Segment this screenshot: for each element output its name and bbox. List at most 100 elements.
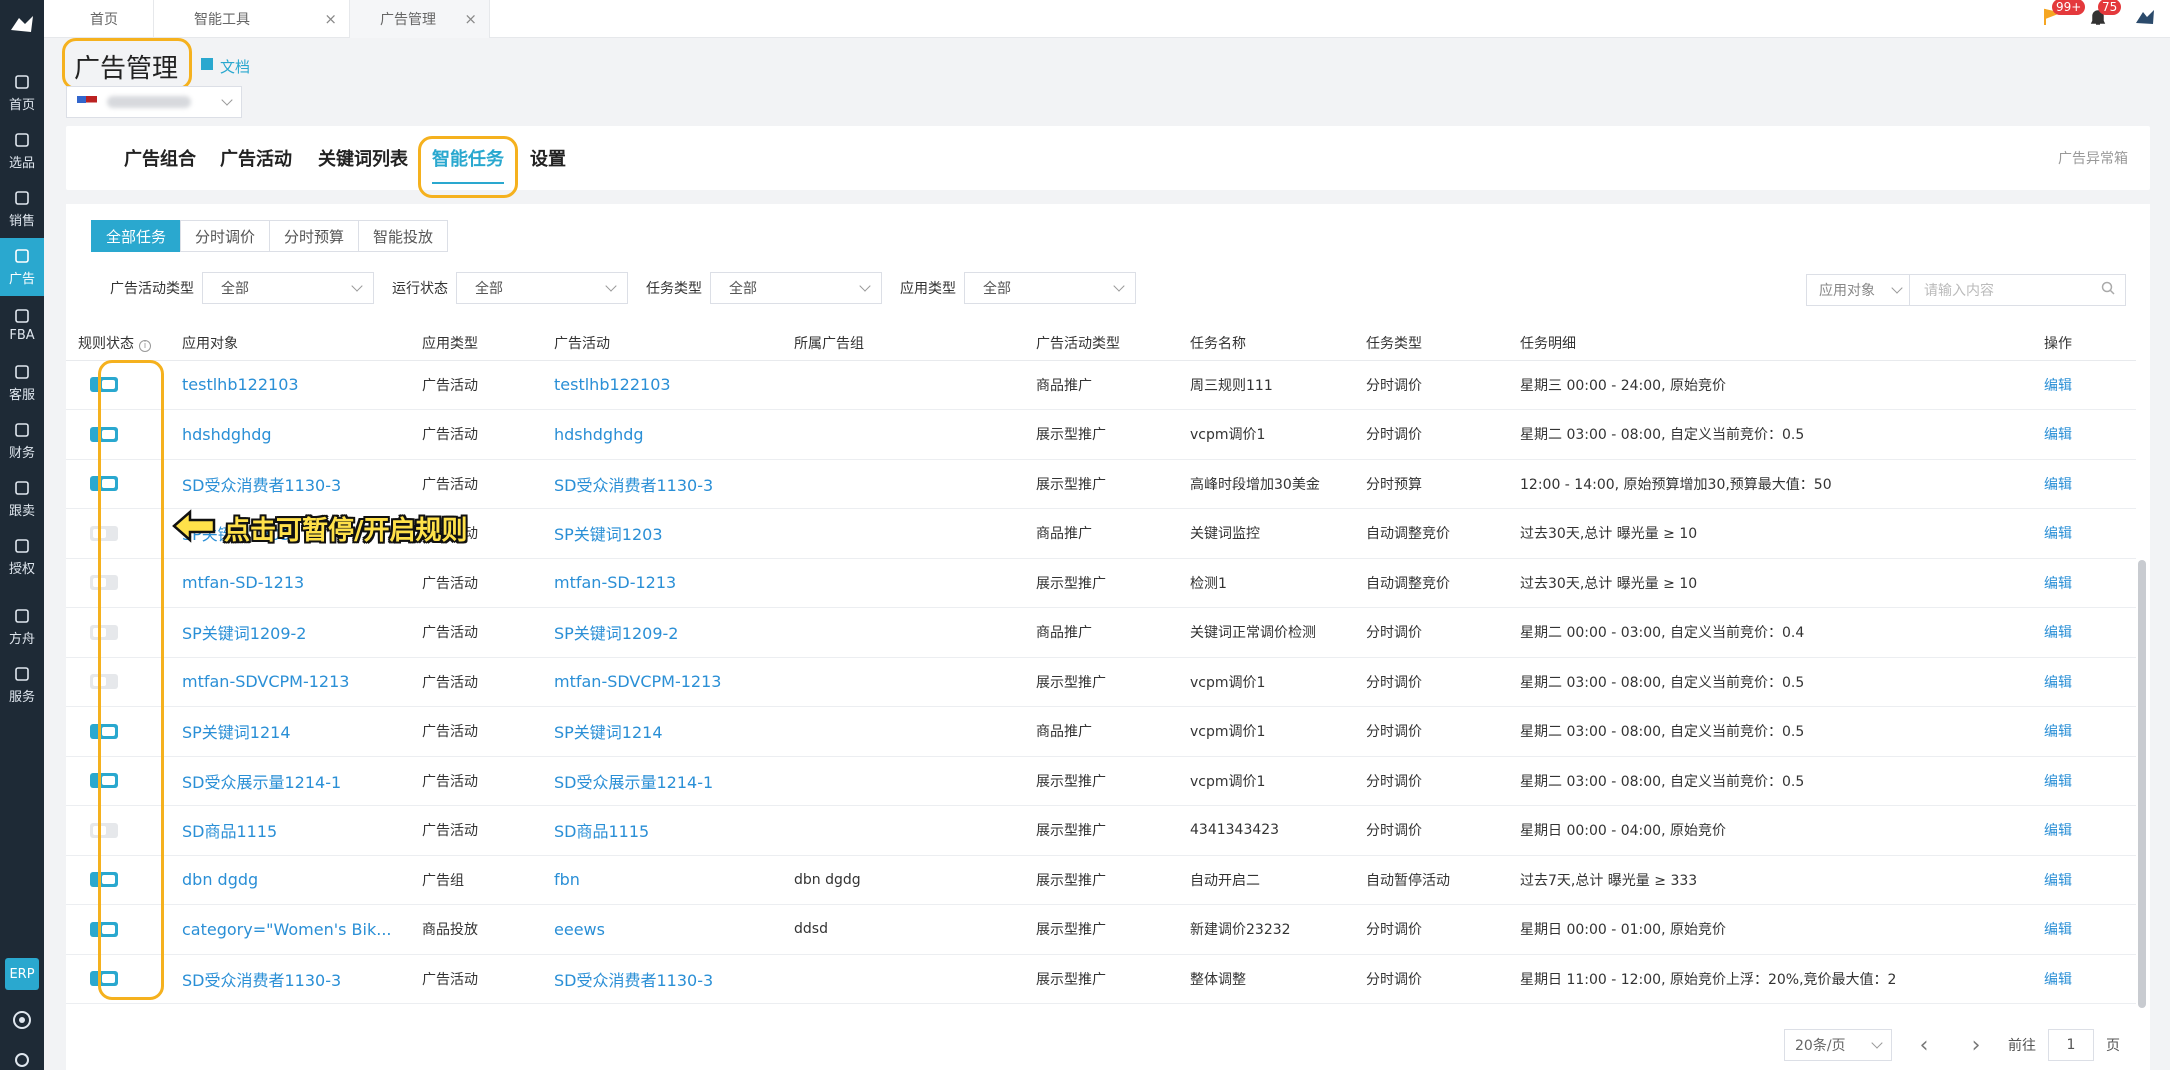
store-select[interactable] <box>66 86 242 118</box>
cell-target[interactable]: SD受众消费者1130-3 <box>170 459 410 509</box>
user-avatar[interactable] <box>2134 7 2156 31</box>
cell-target[interactable]: mtfan-SD-1213 <box>170 558 410 608</box>
nav-tab-portfolio[interactable]: 广告组合 <box>124 126 196 190</box>
cell-op[interactable]: 编辑 <box>2032 1003 2136 1020</box>
task-type-select[interactable]: 全部 <box>710 272 882 304</box>
cell-campaign[interactable]: hdshdghdg <box>542 409 782 460</box>
search-icon[interactable] <box>2101 281 2115 299</box>
cell-target[interactable]: testlhb122103 <box>170 360 410 410</box>
sidebar-item-label: FBA <box>9 328 35 343</box>
sidebar-item-label: 首页 <box>8 98 35 113</box>
run-status-select[interactable]: 全部 <box>456 272 628 304</box>
cell-target[interactable]: mtfan-SDVCPM-1213 <box>170 657 410 707</box>
sidebar-item-3[interactable]: 广告 <box>0 238 44 296</box>
info-icon[interactable]: i <box>139 339 151 352</box>
sidebar-item-8[interactable]: 授权 <box>0 528 44 586</box>
sidebar-item-1[interactable]: 选品 <box>0 122 44 180</box>
nav-tab-campaign[interactable]: 广告活动 <box>220 126 292 190</box>
close-icon[interactable]: × <box>464 10 477 28</box>
cell-target[interactable]: category="Women's Bik... <box>170 904 410 955</box>
ad-exception-box-link[interactable]: 广告异常箱 <box>2058 126 2128 190</box>
sidebar-item-2[interactable]: 销售 <box>0 180 44 238</box>
column-header-label: 广告活动 <box>554 335 610 352</box>
cell-campaign[interactable]: SD受众展示量1214-1 <box>542 756 782 806</box>
cell-campaign[interactable]: SP关键词1209-2 <box>542 607 782 658</box>
sidebar-item-0[interactable]: 首页 <box>0 64 44 122</box>
segment-smart-delivery[interactable]: 智能投放 <box>358 220 449 252</box>
cell-op[interactable]: 编辑 <box>2032 508 2136 559</box>
tab-smart-tools[interactable]: 智能工具 × <box>154 0 350 38</box>
cell-target[interactable]: SP关键词1209-2 <box>170 607 410 658</box>
segment-time-budget[interactable]: 分时预算 <box>269 220 360 252</box>
next-page-button[interactable]: › <box>1956 1029 1996 1061</box>
chevron-down-icon <box>221 94 233 106</box>
cell-op[interactable]: 编辑 <box>2032 459 2136 509</box>
cell-op[interactable]: 编辑 <box>2032 607 2136 658</box>
sidebar-item-10[interactable]: 服务 <box>0 656 44 714</box>
cell-op[interactable]: 编辑 <box>2032 558 2136 608</box>
support-icon[interactable] <box>0 1010 44 1030</box>
search-input[interactable]: 请输入内容 <box>1910 274 2126 306</box>
cell-campaign[interactable]: SD商品1115 <box>542 805 782 856</box>
cell-apptype: 商品投放 <box>410 904 542 955</box>
flag-icon[interactable]: 99+ <box>2042 0 2086 31</box>
nav-tab-settings[interactable]: 设置 <box>530 126 566 190</box>
settings-gear-icon[interactable] <box>0 1050 44 1070</box>
search-field-select[interactable]: 应用对象 <box>1806 274 1910 306</box>
cell-op[interactable]: 编辑 <box>2032 360 2136 410</box>
cell-campaign[interactable]: SP手动测试一 <box>542 1003 782 1020</box>
close-icon[interactable]: × <box>324 10 337 28</box>
bell-icon[interactable]: 75 <box>2088 0 2122 31</box>
chevron-down-icon <box>1113 280 1125 292</box>
cell-campaign[interactable]: testlhb122103 <box>542 360 782 410</box>
segment-all-tasks[interactable]: 全部任务 <box>91 220 182 252</box>
nav-tab-keywords[interactable]: 关键词列表 <box>318 126 408 190</box>
cell-op[interactable]: 编辑 <box>2032 954 2136 1004</box>
cell-name: 周三规则111 <box>1178 360 1354 410</box>
cell-op[interactable]: 编辑 <box>2032 657 2136 707</box>
cell-campaign[interactable]: SD受众消费者1130-3 <box>542 954 782 1004</box>
cell-target[interactable]: dbn dgdg <box>170 855 410 905</box>
tab-ad-management[interactable]: 广告管理 × <box>350 0 490 38</box>
cell-campaign[interactable]: fbn <box>542 855 782 905</box>
cell-target[interactable]: SP关键词1214 <box>170 706 410 757</box>
cell-op[interactable]: 编辑 <box>2032 904 2136 955</box>
sidebar-item-7[interactable]: 跟卖 <box>0 470 44 528</box>
cell-campaign[interactable]: SP关键词1214 <box>542 706 782 757</box>
app-logo-icon[interactable] <box>0 0 44 50</box>
cell-campaign[interactable]: SP关键词1203 <box>542 508 782 559</box>
cell-target[interactable]: SD受众展示量1214-1 <box>170 756 410 806</box>
cell-name: 新建调价23232 <box>1178 904 1354 955</box>
tab-home[interactable]: 首页 <box>44 0 154 38</box>
sidebar-item-5[interactable]: 客服 <box>0 354 44 412</box>
cell-op[interactable]: 编辑 <box>2032 706 2136 757</box>
prev-page-button[interactable]: ‹ <box>1904 1029 1944 1061</box>
cell-campaign[interactable]: eeews <box>542 904 782 955</box>
cell-op[interactable]: 编辑 <box>2032 855 2136 905</box>
cell-apptype: 广告组 <box>410 855 542 905</box>
sidebar-item-4[interactable]: FBA <box>0 296 44 354</box>
cell-op[interactable]: 编辑 <box>2032 805 2136 856</box>
segment-time-bid[interactable]: 分时调价 <box>180 220 271 252</box>
vertical-scrollbar[interactable] <box>2138 560 2146 1008</box>
doc-link[interactable]: 文档 <box>200 56 250 77</box>
cell-group <box>782 805 1024 856</box>
cell-target[interactable]: SD受众消费者1130-3 <box>170 954 410 1004</box>
cell-campaign[interactable]: mtfan-SD-1213 <box>542 558 782 608</box>
cell-op[interactable]: 编辑 <box>2032 409 2136 460</box>
apply-type-select[interactable]: 全部 <box>964 272 1136 304</box>
cell-op[interactable]: 编辑 <box>2032 756 2136 806</box>
erp-button[interactable]: ERP <box>5 958 39 990</box>
cell-campaign[interactable]: SD受众消费者1130-3 <box>542 459 782 509</box>
cell-target[interactable]: SD商品1115 <box>170 805 410 856</box>
task-type-segmented: 全部任务 分时调价 分时预算 智能投放 <box>91 220 449 252</box>
cell-target[interactable]: SP手动测试一 <box>170 1003 410 1020</box>
page-size-select[interactable]: 20条/页 <box>1784 1029 1892 1061</box>
page-number-input[interactable]: 1 <box>2048 1029 2094 1061</box>
column-header-label: 广告活动类型 <box>1036 335 1120 352</box>
sidebar-item-9[interactable]: 方舟 <box>0 598 44 656</box>
campaign-type-select[interactable]: 全部 <box>202 272 374 304</box>
sidebar-item-6[interactable]: 财务 <box>0 412 44 470</box>
cell-target[interactable]: hdshdghdg <box>170 409 410 460</box>
cell-campaign[interactable]: mtfan-SDVCPM-1213 <box>542 657 782 707</box>
